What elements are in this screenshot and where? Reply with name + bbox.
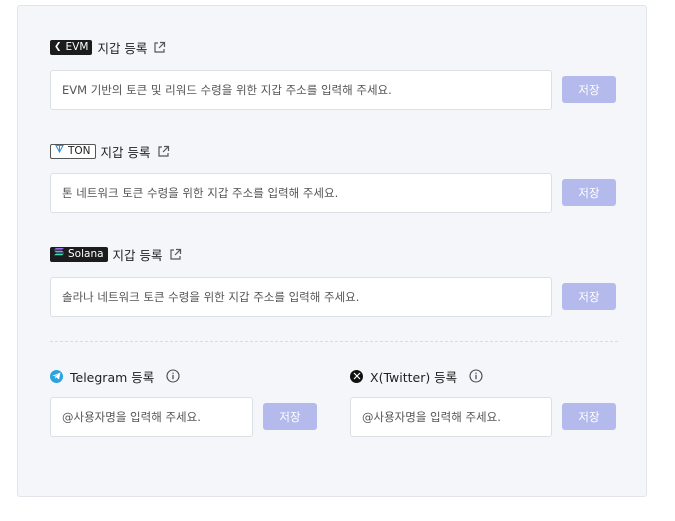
evm-wallet-label: 지갑 등록 xyxy=(97,40,148,56)
external-link-icon[interactable] xyxy=(153,41,166,54)
evm-save-button[interactable]: 저장 xyxy=(562,76,616,103)
ton-wallet-placeholder: 톤 네트워크 토큰 수령을 위한 지갑 주소를 입력해 주세요. xyxy=(62,186,339,200)
ton-wallet-label: 지갑 등록 xyxy=(100,144,151,160)
evm-wallet-input[interactable]: EVM 기반의 토큰 및 리워드 수령을 위한 지갑 주소를 입력해 주세요. xyxy=(50,70,552,110)
info-icon[interactable] xyxy=(469,369,483,383)
x-username-input[interactable]: @사용자명을 입력해 주세요. xyxy=(350,397,552,437)
solana-wallet-label: 지갑 등록 xyxy=(112,247,163,263)
solana-wallet-placeholder: 솔라나 네트워크 토큰 수령을 위한 지갑 주소를 입력해 주세요. xyxy=(62,290,360,304)
ton-badge: TON xyxy=(50,143,96,159)
x-placeholder: @사용자명을 입력해 주세요. xyxy=(362,410,501,424)
ton-wallet-input[interactable]: 톤 네트워크 토큰 수령을 위한 지갑 주소를 입력해 주세요. xyxy=(50,173,552,213)
solana-icon xyxy=(54,247,64,262)
x-logo-icon xyxy=(350,369,363,383)
telegram-label-row: Telegram 등록 xyxy=(50,366,180,386)
solana-save-button[interactable]: 저장 xyxy=(562,283,616,310)
evm-wallet-placeholder: EVM 기반의 토큰 및 리워드 수령을 위한 지갑 주소를 입력해 주세요. xyxy=(62,83,392,97)
solana-wallet-label-row: Solana 지갑 등록 xyxy=(50,244,182,264)
solana-badge: Solana xyxy=(50,246,108,262)
x-twitter-label-row: X(Twitter) 등록 xyxy=(350,366,483,386)
x-save-button[interactable]: 저장 xyxy=(562,403,616,430)
telegram-placeholder: @사용자명을 입력해 주세요. xyxy=(62,410,201,424)
external-link-icon[interactable] xyxy=(157,145,170,158)
evm-badge: ❮ EVM xyxy=(50,39,93,55)
solana-badge-text: Solana xyxy=(68,247,104,260)
ton-wallet-label-row: TON 지갑 등록 xyxy=(50,141,170,161)
telegram-icon xyxy=(50,369,63,383)
info-icon[interactable] xyxy=(166,369,180,383)
evm-badge-text: EVM xyxy=(65,40,89,53)
x-twitter-label: X(Twitter) 등록 xyxy=(370,369,458,385)
external-link-icon[interactable] xyxy=(169,248,182,261)
telegram-label: Telegram 등록 xyxy=(70,369,155,385)
evm-wallet-label-row: ❮ EVM 지갑 등록 xyxy=(50,37,166,57)
section-divider xyxy=(50,341,618,342)
ton-badge-text: TON xyxy=(68,144,91,157)
ton-save-button[interactable]: 저장 xyxy=(562,179,616,206)
ton-icon xyxy=(55,144,64,159)
solana-wallet-input[interactable]: 솔라나 네트워크 토큰 수령을 위한 지갑 주소를 입력해 주세요. xyxy=(50,277,552,317)
telegram-save-button[interactable]: 저장 xyxy=(263,403,317,430)
ethereum-icon: ❮ xyxy=(54,41,62,52)
telegram-username-input[interactable]: @사용자명을 입력해 주세요. xyxy=(50,397,253,437)
